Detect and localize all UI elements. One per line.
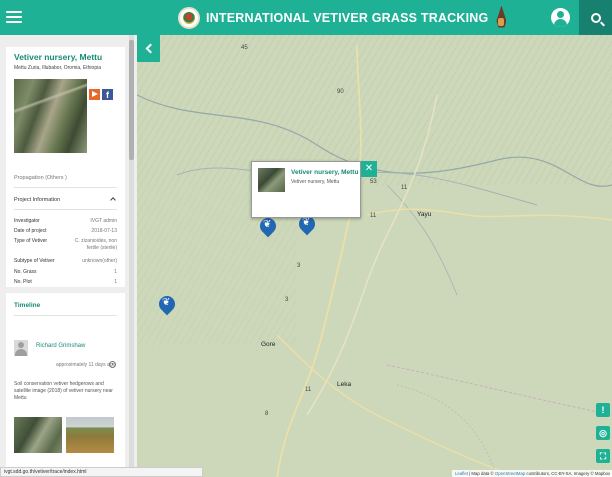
info-value: 1 [114, 269, 117, 275]
info-value: C. zizanioides, non fertile (sterile) [74, 238, 117, 251]
popup-title[interactable]: Vetiver nursery, Mettu [291, 169, 358, 176]
browser-status-bar: ivgt.sdd.go.th/vetiver/trace/index.html [0, 467, 203, 477]
map-label-road: 11 [305, 387, 312, 393]
leaflet-link[interactable]: Leaflet [455, 471, 468, 476]
popup-close-button[interactable]: ✕ [361, 161, 377, 177]
popup-thumbnail[interactable] [258, 168, 285, 192]
map-label-road: 3 [297, 263, 301, 269]
app-title: INTERNATIONAL VETIVER GRASS TRACKING [206, 10, 489, 25]
info-label: No. Plot [14, 279, 32, 285]
user-account-icon[interactable] [551, 8, 570, 27]
divider [14, 187, 117, 188]
map-label-road: 3 [285, 297, 289, 303]
app-header: INTERNATIONAL VETIVER GRASS TRACKING [0, 0, 612, 35]
divider [14, 315, 117, 316]
map-label-leka: Leka [337, 381, 352, 388]
map-label-road: 90 [337, 89, 344, 95]
map-label-yayu: Yayu [417, 211, 432, 218]
collapse-sidebar-button[interactable] [137, 35, 160, 62]
info-value: unknown(other) [82, 258, 117, 264]
divider [14, 209, 117, 210]
clock-icon [109, 361, 116, 368]
info-value: IVGT admin [90, 218, 117, 224]
popup-subtitle: Vetiver nursery, Mettu [291, 179, 340, 185]
info-label: No. Grass [14, 269, 37, 275]
project-info-header[interactable]: Project Information [14, 197, 60, 203]
post-image-satellite[interactable] [14, 417, 62, 453]
map-label-gore: Gore [261, 341, 276, 348]
sidebar-scroll-thumb[interactable] [129, 40, 134, 160]
map-label-road: 8 [265, 411, 269, 417]
post-text: Soil conservation vetiver hedgerows and … [14, 381, 113, 401]
map-label-road: 53 [370, 179, 377, 185]
video-icon[interactable] [89, 89, 100, 100]
alert-icon[interactable]: ! [596, 403, 610, 417]
site-details-card: Vetiver nursery, Mettu Mettu Zuria, Illu… [6, 47, 125, 287]
chevron-up-icon[interactable] [110, 197, 116, 203]
site-sidebar: Vetiver nursery, Mettu Mettu Zuria, Illu… [0, 35, 137, 477]
info-value: 2018-07-13 [91, 228, 117, 234]
info-value: 1 [114, 279, 117, 285]
site-title: Vetiver nursery, Mettu [14, 52, 103, 62]
map-label-road: 11 [401, 185, 408, 191]
mascot-logo-icon [494, 6, 508, 30]
attribution-rest: contributors, CC-BY-SA, Imagery © Mapbox [525, 471, 611, 476]
post-image-hedgerow[interactable] [66, 417, 114, 453]
timeline-header: Timeline [14, 302, 41, 309]
locate-icon[interactable]: ◎ [596, 426, 610, 440]
search-icon [590, 12, 601, 23]
info-label: Investigator [14, 218, 40, 224]
map-label-road: 45 [241, 45, 248, 51]
map-attribution: Leaflet | Map data © OpenStreetMap contr… [452, 470, 612, 477]
info-label: Subtype of Vetiver [14, 258, 55, 264]
emblem-logo-icon [178, 6, 200, 29]
brand[interactable]: INTERNATIONAL VETIVER GRASS TRACKING [178, 5, 508, 30]
info-label: Type of Vetiver [14, 238, 48, 244]
hamburger-menu-icon[interactable] [6, 9, 22, 25]
fullscreen-icon[interactable]: ⛶ [596, 449, 610, 463]
propagation-type: Propagation (Others ) [14, 175, 67, 181]
info-label: Date of project [14, 228, 47, 234]
site-location: Mettu Zuria, Illubabor, Oromia, Ethiopia [14, 65, 101, 71]
site-satellite-photo[interactable] [14, 79, 87, 153]
timeline-card: Timeline Richard Grimshaw approximately … [6, 293, 125, 477]
map-marker-vetiver[interactable] [159, 296, 175, 317]
post-time: approximately 11 days ago [56, 362, 116, 368]
attribution-text: | Map data © [467, 471, 495, 476]
chevron-left-icon [145, 43, 155, 54]
avatar[interactable] [14, 340, 28, 356]
map-marker-vetiver[interactable] [299, 216, 315, 237]
map-view[interactable]: Yayu Gore Leka 90 45 53 11 11 3 3 11 8 [137, 35, 612, 477]
osm-link[interactable]: OpenStreetMap [495, 471, 525, 476]
facebook-icon[interactable]: f [102, 89, 113, 100]
search-button[interactable] [579, 0, 612, 35]
post-author[interactable]: Richard Grimshaw [36, 343, 85, 349]
map-marker-vetiver[interactable] [260, 218, 276, 239]
map-popup[interactable]: Vetiver nursery, Mettu Vetiver nursery, … [251, 161, 361, 218]
map-label-road: 11 [370, 213, 377, 219]
map-terrain [137, 35, 612, 477]
